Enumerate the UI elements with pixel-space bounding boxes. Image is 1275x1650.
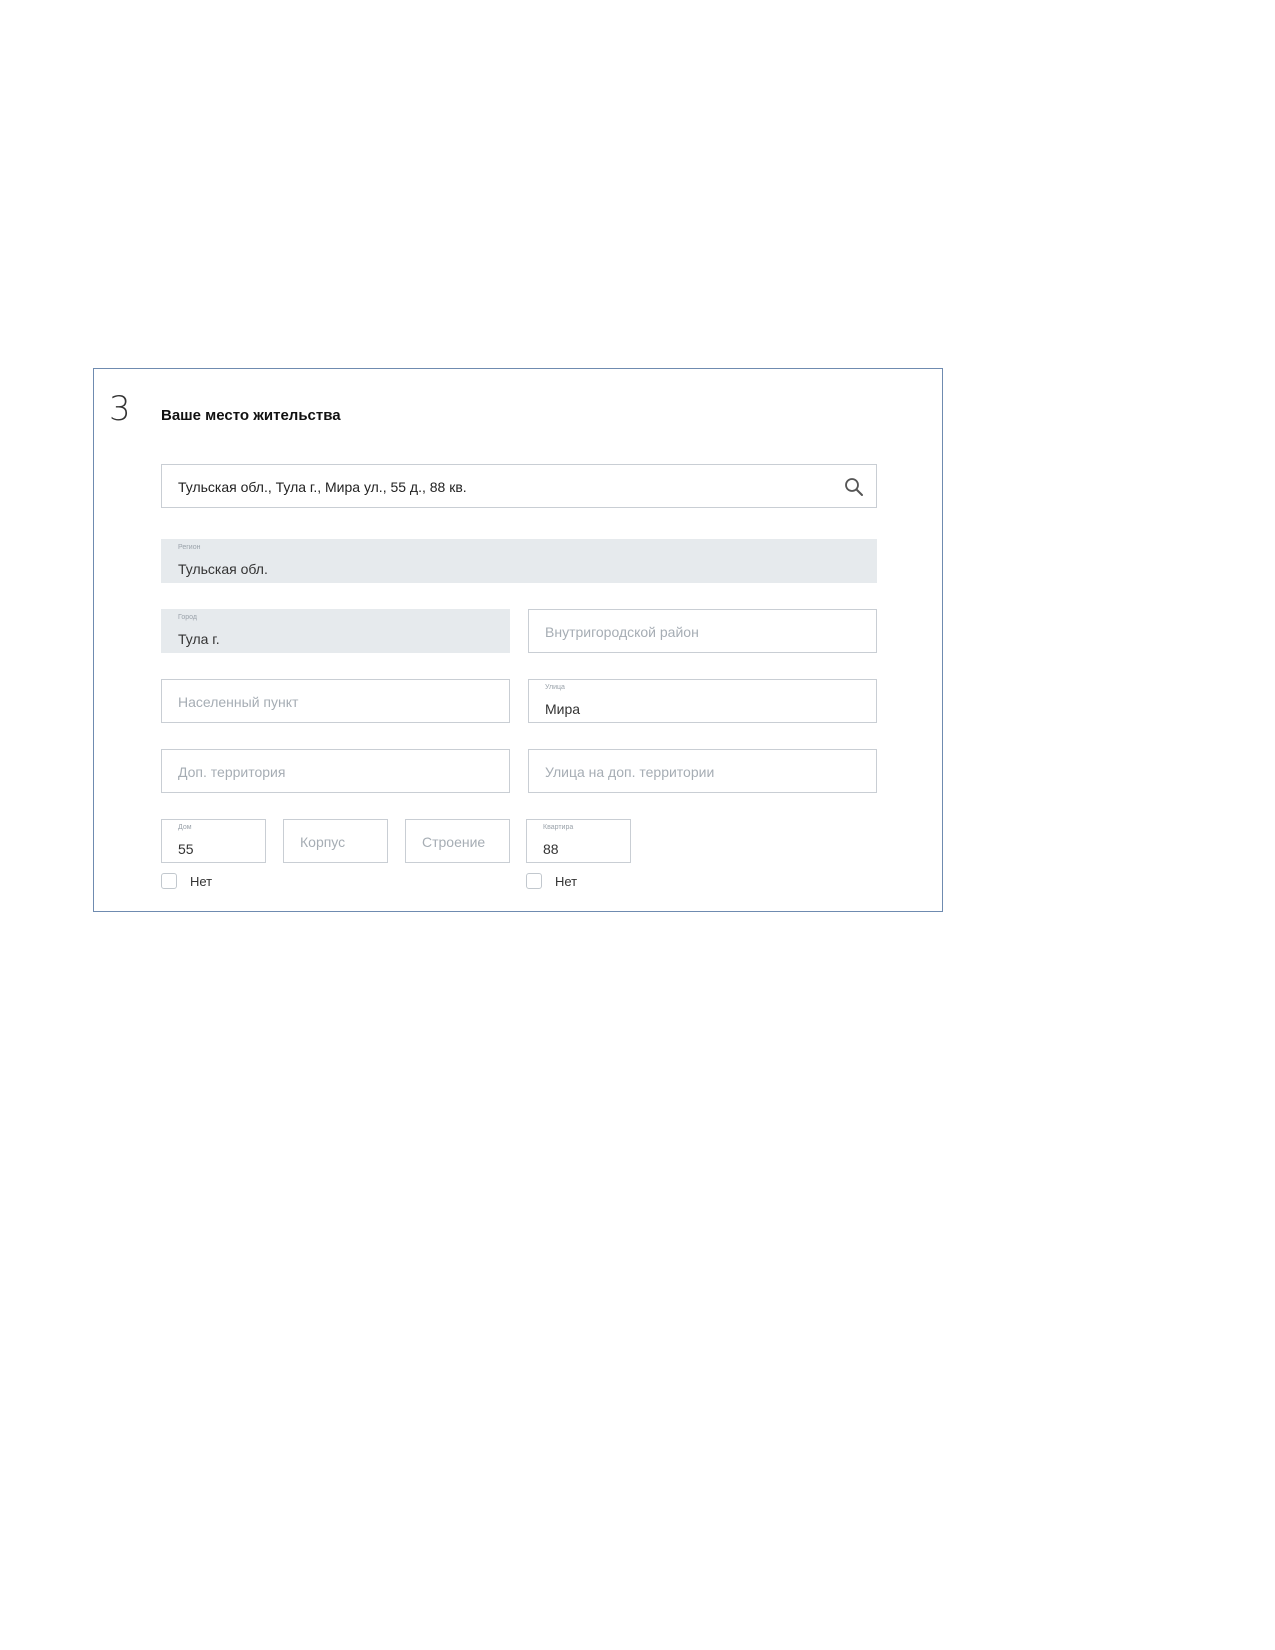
house-value: 55 bbox=[178, 841, 194, 857]
section-title: Ваше место жительства bbox=[161, 407, 341, 424]
apartment-input[interactable]: Квартира 88 bbox=[526, 819, 631, 863]
no-apartment-label: Нет bbox=[555, 873, 578, 889]
street-value: Мира bbox=[545, 701, 581, 717]
no-house-checkbox[interactable] bbox=[161, 873, 177, 889]
street-label: Улица bbox=[545, 684, 565, 691]
no-apartment-checkbox[interactable] bbox=[526, 873, 542, 889]
city-label: Город bbox=[178, 614, 197, 621]
structure-input[interactable]: Строение bbox=[405, 819, 510, 863]
step-number: 3 bbox=[109, 389, 131, 429]
search-icon[interactable] bbox=[844, 477, 864, 497]
district-placeholder: Внутригородской район bbox=[545, 624, 699, 640]
no-house-label: Нет bbox=[190, 873, 213, 889]
locality-input[interactable]: Населенный пункт bbox=[161, 679, 510, 723]
city-value: Тула г. bbox=[178, 631, 220, 647]
region-label: Регион bbox=[178, 544, 201, 551]
region-field: Регион Тульская обл. bbox=[161, 539, 877, 583]
no-house-option[interactable]: Нет bbox=[161, 872, 212, 890]
apartment-value: 88 bbox=[543, 841, 559, 857]
extra-territory-input[interactable]: Доп. территория bbox=[161, 749, 510, 793]
apartment-label: Квартира bbox=[543, 824, 574, 831]
no-apartment-option[interactable]: Нет bbox=[526, 872, 577, 890]
address-search-field[interactable]: Тульская обл., Тула г., Мира ул., 55 д.,… bbox=[161, 464, 877, 508]
building-placeholder: Корпус bbox=[300, 834, 346, 850]
address-search-value: Тульская обл., Тула г., Мира ул., 55 д.,… bbox=[178, 479, 467, 495]
city-field: Город Тула г. bbox=[161, 609, 510, 653]
district-input[interactable]: Внутригородской район bbox=[528, 609, 877, 653]
residence-section: 3 Ваше место жительства Тульская обл., Т… bbox=[93, 368, 943, 912]
region-value: Тульская обл. bbox=[178, 561, 268, 577]
extra-territory-street-placeholder: Улица на доп. территории bbox=[545, 764, 715, 780]
structure-placeholder: Строение bbox=[422, 834, 486, 850]
street-input[interactable]: Улица Мира bbox=[528, 679, 877, 723]
locality-placeholder: Населенный пункт bbox=[178, 694, 299, 710]
extra-territory-street-input[interactable]: Улица на доп. территории bbox=[528, 749, 877, 793]
house-input[interactable]: Дом 55 bbox=[161, 819, 266, 863]
extra-territory-placeholder: Доп. территория bbox=[178, 764, 286, 780]
building-input[interactable]: Корпус bbox=[283, 819, 388, 863]
house-label: Дом bbox=[178, 824, 192, 831]
